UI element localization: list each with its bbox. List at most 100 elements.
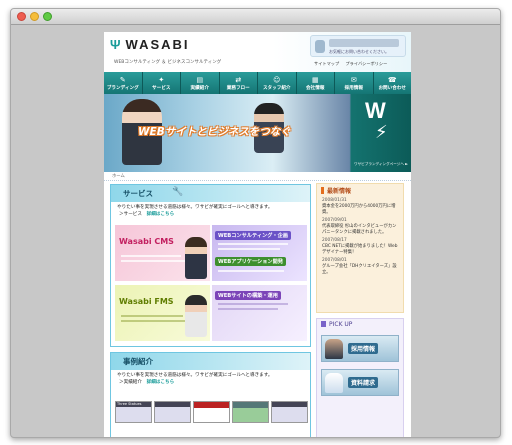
nav-branding[interactable]: ✎ ブランディング (104, 72, 143, 94)
tile-text-line (121, 255, 181, 257)
wrench-icon: 🔧 (172, 187, 184, 197)
document-icon: ▤ (196, 76, 204, 84)
wasabi-cms-tile[interactable]: Wasabi CMS (115, 225, 210, 281)
nav-label: サービス (152, 86, 171, 91)
news-item[interactable]: 代表取締役 杉山のインタビューがカンパニータンクに掲載されました。 (322, 224, 398, 236)
phone-icon: ☎ (387, 76, 397, 84)
phone-icon (315, 40, 325, 53)
news-title: 最新情報 (327, 188, 352, 195)
case-thumb[interactable]: Three Statues (115, 401, 152, 423)
tile-title: WEBコンサルティング・企画 (215, 231, 291, 240)
nav-workflow[interactable]: ⇄ 業務フロー (220, 72, 258, 94)
contact-subtext: お気軽にお問い合わせください。 (329, 49, 389, 54)
close-button[interactable] (17, 12, 26, 21)
service-link[interactable]: ＞サービス 詳細はこちら (111, 210, 310, 218)
case-thumb[interactable] (193, 401, 230, 423)
browser-window: Ψ WASABI WEBコンサルティング ＆ ビジネスコンサルティング お気軽にお… (10, 8, 501, 438)
web-site-ops-tile[interactable]: WEBサイトの構築・運用 (212, 285, 307, 341)
person-photo (185, 237, 207, 279)
tile-text-line (121, 260, 191, 262)
privacy-link[interactable]: プライバシーポリシー (345, 61, 387, 66)
hero-slogan: WEBサイトとビジネスをつなぐ (138, 126, 291, 138)
case-thumbnails: Three Statues (115, 401, 308, 423)
case-thumb[interactable] (271, 401, 308, 423)
news-list: 2008/01/31 資本金を2000万円から4000万円に増資。 2007/0… (317, 198, 403, 276)
tile-title: WEBサイトの構築・運用 (215, 291, 281, 300)
content-area: サービス 🔧 やりたい事を実現させる道筋は様々。ワサビが確実にゴールへと導きます… (104, 181, 411, 437)
tile-text-line (121, 315, 183, 317)
nav-label: スタッフ紹介 (262, 86, 291, 91)
contact-banner[interactable]: お気軽にお問い合わせください。 (310, 35, 406, 57)
w-logo: W (365, 98, 386, 123)
cases-header: 事例紹介 (111, 353, 310, 370)
section-title: サービス (123, 189, 153, 198)
nav-recruit[interactable]: ✉ 採用情報 (335, 72, 374, 94)
news-panel: 最新情報 2008/01/31 資本金を2000万円から4000万円に増資。 2… (316, 183, 404, 313)
main-nav: ✎ ブランディング ✦ サービス ▤ 実績紹介 ⇄ 業務フロー ☺ スタッフ紹介 ▦ 会社情… (104, 72, 411, 94)
tile-text-line (218, 243, 288, 245)
wasabi-fms-tile[interactable]: Wasabi FMS (115, 285, 210, 341)
thumb-label: Three Statues (117, 402, 142, 406)
tile-text-line (121, 320, 191, 322)
title-bar (11, 9, 500, 25)
nav-label: 採用情報 (344, 86, 363, 91)
tile-title: Wasabi CMS (119, 237, 174, 246)
cases-link[interactable]: ＞実績紹介 詳細はこちら (111, 378, 310, 386)
nav-service[interactable]: ✦ サービス (143, 72, 181, 94)
person-photo (185, 295, 207, 337)
web-consulting-tile[interactable]: WEBコンサルティング・企画 WEBアプリケーション開発 (212, 225, 307, 281)
pen-icon: ✎ (119, 76, 126, 84)
nav-label: 業務フロー (226, 86, 250, 91)
nav-label: 実績紹介 (190, 86, 209, 91)
section-title: 事例紹介 (123, 357, 153, 366)
tile-text-line (218, 270, 284, 272)
flow-icon: ⇄ (235, 76, 242, 84)
nav-works[interactable]: ▤ 実績紹介 (181, 72, 220, 94)
branding-caption: ワサビブランディングページへ ► (354, 162, 408, 166)
nav-label: 会社情報 (306, 86, 325, 91)
tile-text-line (218, 248, 280, 250)
cases-section: 事例紹介 やりたい事を実現させる道筋は様々。ワサビが確実にゴールへと導きます。 … (110, 352, 311, 437)
nav-label: ブランディング (106, 86, 139, 91)
tile-title: Wasabi FMS (119, 297, 174, 306)
case-thumb[interactable] (232, 401, 269, 423)
branding-page-link[interactable]: W ⚡ ワサビブランディングページへ ► (351, 94, 411, 172)
purple-square-icon (321, 321, 326, 327)
pickup-panel: PICK UP 採用情報 資料請求 (316, 318, 404, 437)
news-item[interactable]: グループ会社「DHクリエイターズ」設立。 (322, 264, 398, 276)
nav-staff[interactable]: ☺ スタッフ紹介 (258, 72, 297, 94)
nav-label: お問い合わせ (378, 86, 407, 91)
case-thumb[interactable] (154, 401, 191, 423)
section-desc: やりたい事を実現させる道筋は様々。ワサビが確実にゴールへと導きます。 (117, 205, 273, 210)
nav-contact[interactable]: ☎ お問い合わせ (374, 72, 412, 94)
phone-number-blurred (329, 39, 399, 47)
tile-title: WEBアプリケーション開発 (215, 257, 286, 266)
nav-company[interactable]: ▦ 会社情報 (297, 72, 335, 94)
breadcrumb[interactable]: ホーム (104, 172, 411, 181)
recruit-banner[interactable]: 採用情報 (321, 335, 399, 362)
detail-link[interactable]: 詳細はこちら (147, 380, 175, 385)
link-prefix: ＞サービス (119, 212, 142, 217)
service-tiles: Wasabi CMS WEBコンサルティング・企画 WEBアプリケーション開発 … (115, 225, 308, 343)
tile-text-line (218, 308, 278, 310)
service-section: サービス 🔧 やりたい事を実現させる道筋は様々。ワサビが確実にゴールへと導きます… (110, 184, 311, 347)
sparkle-icon: ✦ (158, 76, 165, 84)
service-header: サービス 🔧 (111, 185, 310, 202)
sitemap-link[interactable]: サイトマップ (314, 61, 339, 66)
site-header: Ψ WASABI WEBコンサルティング ＆ ビジネスコンサルティング お気軽にお… (104, 32, 411, 72)
link-prefix: ＞実績紹介 (119, 380, 142, 385)
person-icon: ☺ (273, 76, 281, 84)
news-item[interactable]: 資本金を2000万円から4000万円に増資。 (322, 204, 398, 216)
document-icon (325, 373, 343, 393)
hero-banner[interactable]: WEBサイトとビジネスをつなぐ W ⚡ ワサビブランディングページへ ► (104, 94, 411, 172)
detail-link[interactable]: 詳細はこちら (147, 212, 175, 217)
section-desc: やりたい事を実現させる道筋は様々。ワサビが確実にゴールへと導きます。 (117, 373, 273, 378)
logo-text: WASABI (125, 37, 190, 52)
document-request-banner[interactable]: 資料請求 (321, 369, 399, 396)
minimize-button[interactable] (30, 12, 39, 21)
banner-label: 資料請求 (348, 377, 379, 388)
mail-icon: ✉ (350, 76, 357, 84)
site-logo[interactable]: Ψ WASABI (110, 37, 190, 52)
news-item[interactable]: CBC NETに掲載が始まりました！Webデザイナー特集！ (322, 244, 398, 256)
zoom-button[interactable] (43, 12, 52, 21)
